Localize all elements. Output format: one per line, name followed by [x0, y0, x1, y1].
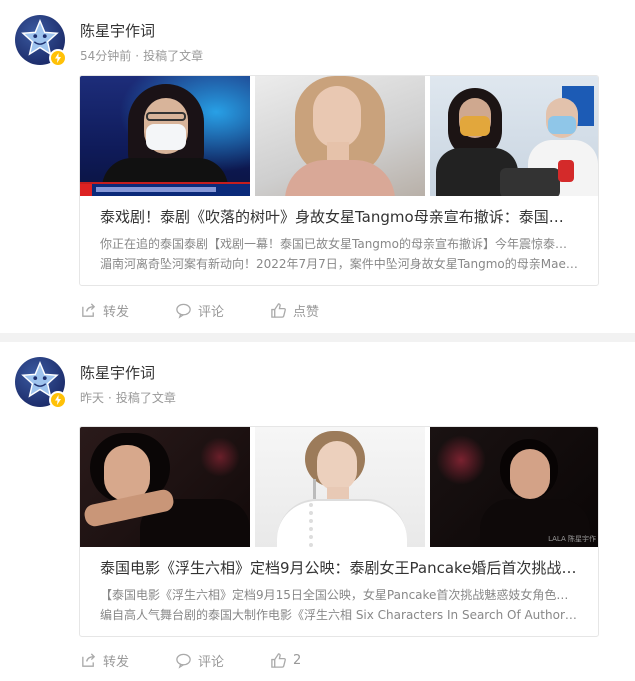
article-title[interactable]: 泰戏剧！泰剧《吹落的树叶》身故女星Tangmo母亲宣布撤诉：泰国已故女星Tang…	[100, 206, 578, 227]
thumbnail-image	[255, 427, 425, 547]
summary-line: 编自高人气舞台剧的泰国大制作电影《浮生六相 Six Characters In …	[100, 608, 578, 622]
feed-post: 陈星宇作词 昨天 · 投稿了文章 LALA 陈星宇作 泰国电影《浮生六相》定档9月公…	[0, 342, 635, 681]
article-card[interactable]: LALA 陈星宇作 泰国电影《浮生六相》定档9月公映：泰剧女王Pancake婚后…	[79, 426, 599, 637]
comment-button[interactable]: 评论	[175, 650, 224, 670]
avatar[interactable]	[15, 357, 67, 409]
thumbnail-image: LALA 陈星宇作	[430, 427, 598, 547]
article-title[interactable]: 泰国电影《浮生六相》定档9月公映：泰剧女王Pancake婚后首次挑战魅惑妓女角色	[100, 557, 578, 578]
comment-label: 评论	[198, 304, 225, 320]
repost-button[interactable]: 转发	[80, 300, 129, 320]
repost-label: 转发	[103, 304, 130, 320]
article-thumbnails	[80, 76, 598, 196]
like-icon	[271, 302, 286, 318]
like-count: 2	[293, 652, 302, 668]
post-divider	[0, 333, 635, 342]
summary-line: 【泰国电影《浮生六相》定档9月15日全国公映，女星Pancake首次挑战魅惑妓女…	[100, 588, 578, 602]
like-button[interactable]: 2	[270, 650, 301, 670]
post-action: 投稿了文章	[143, 49, 204, 63]
image-watermark: LALA 陈星宇作	[548, 535, 596, 543]
post-actions: 转发 评论 点赞	[80, 300, 365, 320]
feed-post: 陈星宇作词 54分钟前 · 投稿了文章 泰戏剧！泰剧《吹落的树叶》身故女星Tangm…	[0, 0, 635, 333]
article-thumbnails: LALA 陈星宇作	[80, 427, 598, 547]
post-meta: 昨天 · 投稿了文章	[80, 389, 176, 406]
thumbnail-image	[80, 76, 250, 196]
meta-separator: ·	[135, 49, 140, 63]
article-summary: 【泰国电影《浮生六相》定档9月15日全国公映，女星Pancake首次挑战魅惑妓女…	[100, 585, 578, 625]
verified-badge-icon	[49, 49, 67, 67]
verified-badge-icon	[49, 391, 67, 409]
repost-button[interactable]: 转发	[80, 650, 129, 670]
repost-icon	[82, 302, 96, 317]
like-label: 点赞	[293, 304, 320, 320]
thumbnail-image	[80, 427, 250, 547]
like-button[interactable]: 点赞	[270, 300, 319, 320]
summary-line: 你正在追的泰国泰剧【戏剧一幕！泰国已故女星Tangmo的母亲宣布撤诉】今年震惊泰…	[100, 237, 578, 251]
avatar[interactable]	[15, 15, 67, 67]
comment-icon	[176, 303, 191, 319]
author-name[interactable]: 陈星宇作词	[80, 362, 155, 383]
repost-icon	[82, 652, 96, 667]
post-action: 投稿了文章	[115, 391, 176, 405]
thumbnail-image	[430, 76, 598, 196]
comment-label: 评论	[198, 654, 225, 670]
meta-separator: ·	[108, 391, 112, 405]
post-meta: 54分钟前 · 投稿了文章	[80, 47, 203, 64]
thumbnail-image	[255, 76, 425, 196]
repost-label: 转发	[103, 654, 130, 670]
post-time: 54分钟前	[80, 49, 132, 63]
comment-button[interactable]: 评论	[175, 300, 224, 320]
article-card[interactable]: 泰戏剧！泰剧《吹落的树叶》身故女星Tangmo母亲宣布撤诉：泰国已故女星Tang…	[79, 75, 599, 286]
summary-line: 湄南河离奇坠河案有新动向！2022年7月7日，案件中坠河身故女星Tangmo的母…	[100, 257, 578, 271]
post-actions: 转发 评论 2	[80, 650, 347, 670]
post-time: 昨天	[80, 391, 105, 405]
author-name[interactable]: 陈星宇作词	[80, 20, 155, 41]
like-icon	[271, 652, 286, 668]
article-summary: 你正在追的泰国泰剧【戏剧一幕！泰国已故女星Tangmo的母亲宣布撤诉】今年震惊泰…	[100, 234, 578, 274]
comment-icon	[176, 653, 191, 669]
